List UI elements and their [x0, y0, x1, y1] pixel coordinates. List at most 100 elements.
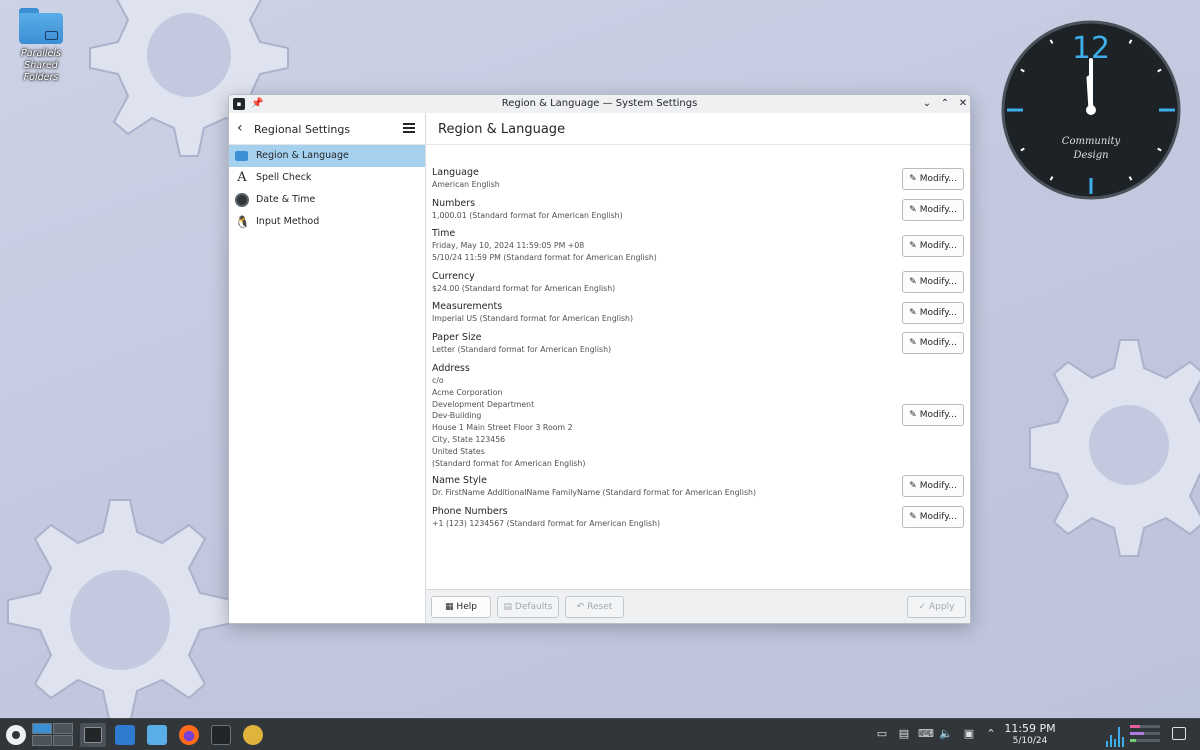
task-discover[interactable]	[112, 723, 138, 747]
network-icon[interactable]: ▣	[962, 727, 976, 741]
help-label: Help	[456, 602, 477, 612]
wallpaper-gear	[1029, 339, 1200, 557]
setting-language: Language American English	[432, 167, 966, 191]
virtual-desktop-pager[interactable]	[32, 723, 74, 747]
modify-label: Modify...	[919, 308, 957, 318]
folder-icon	[19, 8, 63, 44]
task-firefox[interactable]	[176, 723, 202, 747]
taskbar-clock-time[interactable]: 11:59 PM	[1000, 722, 1060, 735]
modify-label: Modify...	[919, 410, 957, 420]
setting-name: Numbers	[432, 198, 476, 209]
taskbar-clock-date[interactable]: 5/10/24	[1000, 736, 1060, 746]
sidebar-item-label: Region & Language	[256, 150, 349, 161]
desktop-folder[interactable]: Parallels Shared Folders	[6, 8, 76, 84]
task-file-manager[interactable]	[144, 723, 170, 747]
apply-button[interactable]: ✓ Apply	[907, 596, 966, 618]
setting-measurements: Measurements Imperial US (Standard forma…	[432, 301, 966, 325]
setting-name: Phone Numbers	[432, 506, 508, 517]
setting-paper-size: Paper Size Letter (Standard format for A…	[432, 332, 966, 356]
expand-tray-icon[interactable]: ⌃	[984, 727, 998, 741]
sidebar-item-label: Input Method	[256, 216, 320, 227]
sidebar-item-label: Date & Time	[256, 194, 316, 205]
sidebar-header: ‹ Regional Settings	[229, 113, 425, 145]
modify-paper-size-button[interactable]: ✎ Modify...	[902, 332, 964, 354]
sidebar: ‹ Regional Settings Region & Language A …	[229, 113, 426, 623]
setting-value: +1 (123) 1234567 (Standard format for Am…	[432, 519, 661, 528]
clock-caption-line1: Community	[1062, 136, 1121, 147]
task-terminal[interactable]	[208, 723, 234, 747]
system-settings-window: ▪ 📌 Region & Language — System Settings …	[228, 94, 971, 624]
desktop-folder-label: Parallels Shared Folders	[21, 48, 61, 83]
setting-value: Dr. FirstName AdditionalName FamilyName …	[432, 488, 756, 497]
pencil-icon: ✎	[909, 205, 917, 215]
pencil-icon: ✎	[909, 481, 917, 491]
volume-icon[interactable]: 🔈	[939, 727, 953, 741]
show-desktop-icon[interactable]	[1172, 727, 1186, 740]
modify-label: Modify...	[919, 481, 957, 491]
modify-label: Modify...	[919, 174, 957, 184]
back-arrow-icon[interactable]: ‹	[237, 121, 243, 135]
wallpaper-gear	[7, 499, 233, 724]
modify-label: Modify...	[919, 205, 957, 215]
modify-label: Modify...	[919, 512, 957, 522]
setting-name: Name Style	[432, 475, 487, 486]
pencil-icon: ✎	[909, 241, 917, 251]
pencil-icon: ✎	[909, 512, 917, 522]
pencil-icon: ✎	[909, 174, 917, 184]
setting-name-style: Name Style Dr. FirstName AdditionalName …	[432, 475, 966, 499]
sidebar-item-region-language[interactable]: Region & Language	[229, 145, 425, 167]
modify-name-style-button[interactable]: ✎ Modify...	[902, 475, 964, 497]
clock-caption-line2: Design	[1072, 150, 1108, 161]
firefox-icon	[179, 725, 199, 745]
reset-button[interactable]: ↶ Reset	[565, 596, 624, 618]
setting-address: Address c/o Acme Corporation Development…	[432, 363, 966, 469]
task-w-app[interactable]	[240, 723, 266, 747]
hamburger-menu-icon[interactable]	[403, 123, 415, 133]
penguin-icon: 🐧	[235, 215, 250, 229]
terminal-icon	[211, 725, 231, 745]
sidebar-item-label: Spell Check	[256, 172, 312, 183]
sidebar-item-input-method[interactable]: 🐧 Input Method	[229, 211, 425, 233]
setting-value: Imperial US (Standard format for America…	[432, 314, 634, 323]
defaults-button[interactable]: ▤ Defaults	[497, 596, 559, 618]
modify-measurements-button[interactable]: ✎ Modify...	[902, 302, 964, 324]
modify-phone-numbers-button[interactable]: ✎ Modify...	[902, 506, 964, 528]
shopping-bag-icon	[115, 725, 135, 745]
setting-value: $24.00 (Standard format for American Eng…	[432, 284, 616, 293]
pencil-icon: ✎	[909, 277, 917, 287]
desktop-1[interactable]	[32, 723, 52, 734]
desktop-3[interactable]	[32, 735, 52, 746]
modify-time-button[interactable]: ✎ Modify...	[902, 235, 964, 257]
setting-name: Address	[432, 363, 470, 374]
task-system-settings[interactable]	[80, 723, 106, 747]
setting-name: Currency	[432, 271, 475, 282]
maximize-icon[interactable]: ⌃	[939, 98, 951, 110]
window-titlebar[interactable]: ▪ 📌 Region & Language — System Settings …	[229, 95, 970, 113]
desktop-4[interactable]	[53, 735, 73, 746]
system-monitor-graph[interactable]	[1062, 723, 1162, 747]
content-pane: Region & Language Language American Engl…	[426, 113, 970, 623]
close-icon[interactable]: ✕	[957, 98, 969, 110]
content-header: Region & Language	[426, 113, 970, 145]
desktop-2[interactable]	[53, 723, 73, 734]
minimize-icon[interactable]: ⌄	[921, 98, 933, 110]
setting-phone-numbers: Phone Numbers +1 (123) 1234567 (Standard…	[432, 506, 966, 530]
keyboard-icon[interactable]: ⌨	[918, 727, 934, 741]
sidebar-item-spell-check[interactable]: A Spell Check	[229, 167, 425, 189]
pencil-icon: ✎	[909, 308, 917, 318]
modify-currency-button[interactable]: ✎ Modify...	[902, 271, 964, 293]
help-icon: ▦	[445, 602, 457, 612]
clipboard-icon[interactable]: ▤	[897, 727, 911, 741]
pencil-icon: ✎	[909, 338, 917, 348]
app-launcher-icon[interactable]	[4, 723, 28, 747]
sidebar-item-date-time[interactable]: Date & Time	[229, 189, 425, 211]
modify-language-button[interactable]: ✎ Modify...	[902, 168, 964, 190]
help-button[interactable]: ▦ Help	[431, 596, 491, 618]
setting-value: American English	[432, 180, 500, 189]
terminal-tray-icon[interactable]: ▭	[875, 727, 889, 741]
setting-numbers: Numbers 1,000.01 (Standard format for Am…	[432, 198, 966, 222]
modify-address-button[interactable]: ✎ Modify...	[902, 404, 964, 426]
modify-numbers-button[interactable]: ✎ Modify...	[902, 199, 964, 221]
reset-label: Reset	[587, 602, 613, 612]
analog-clock-widget[interactable]: 12 Community Design	[1001, 20, 1181, 200]
